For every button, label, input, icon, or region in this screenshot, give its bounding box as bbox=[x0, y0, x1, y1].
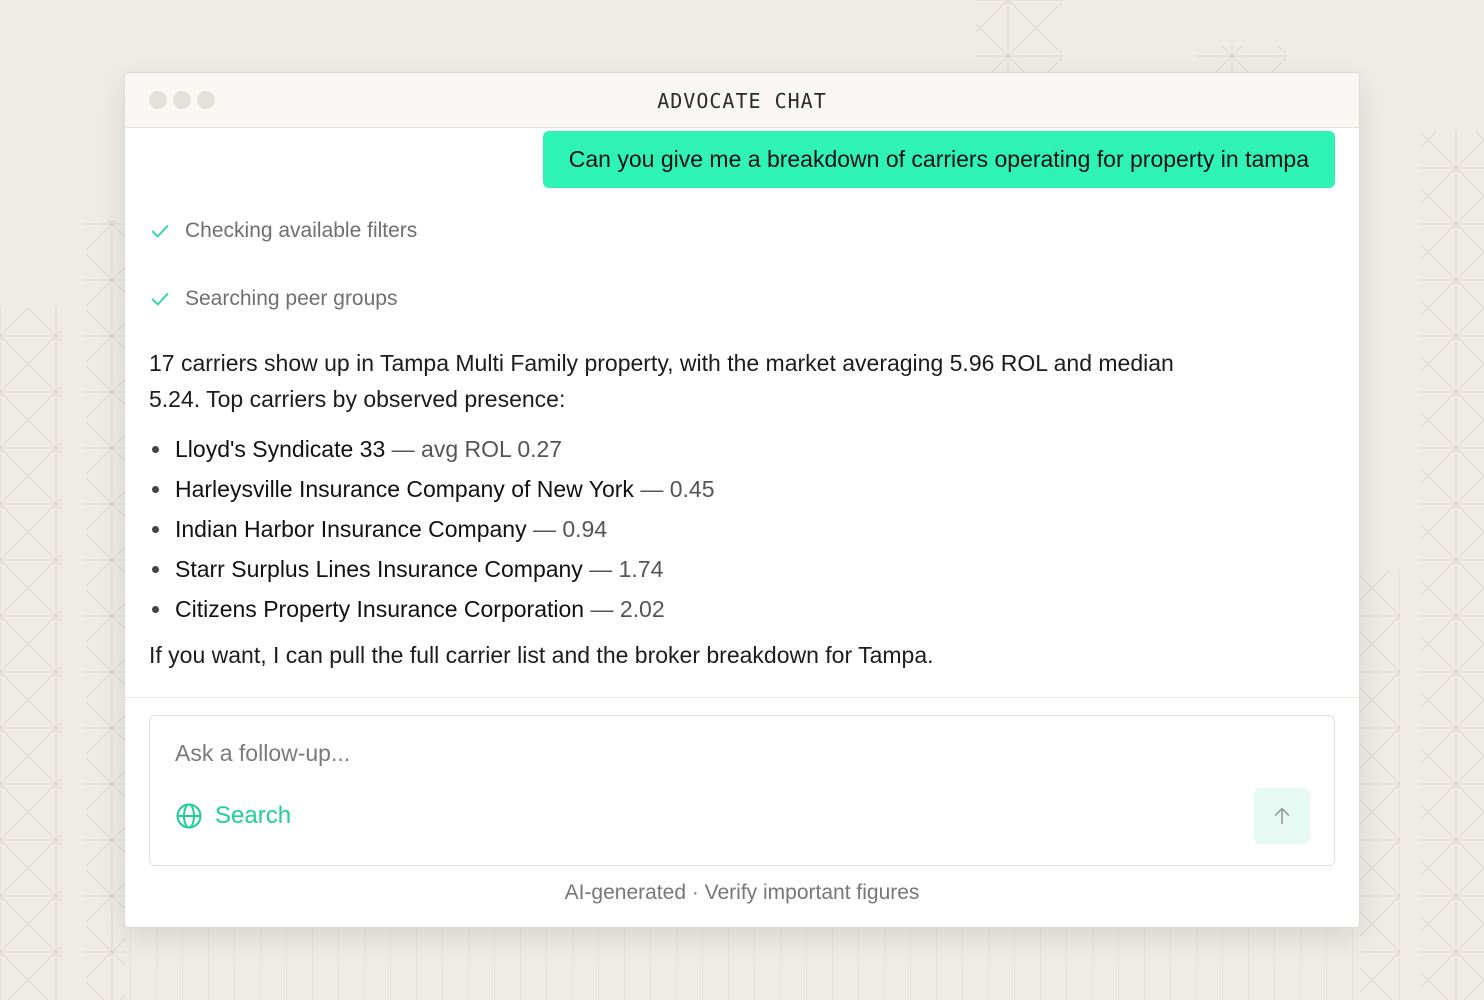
step-label: Searching peer groups bbox=[185, 287, 398, 310]
search-label: Search bbox=[215, 802, 292, 829]
step-checking-filters: Checking available filters bbox=[149, 219, 417, 243]
carrier-name: Citizens Property Insurance Corporation bbox=[175, 596, 585, 622]
carrier-value: — avg ROL 0.27 bbox=[385, 436, 563, 462]
carrier-list-item: Harleysville Insurance Company of New Yo… bbox=[149, 469, 1229, 509]
window-title: ADVOCATE CHAT bbox=[657, 89, 827, 113]
bullet bbox=[152, 526, 159, 533]
step-label: Checking available filters bbox=[185, 219, 418, 242]
check-icon bbox=[151, 225, 169, 238]
answer-intro: 17 carriers show up in Tampa Multi Famil… bbox=[149, 350, 1174, 412]
carrier-value: — 1.74 bbox=[582, 556, 664, 582]
composer: Search bbox=[149, 715, 1335, 866]
user-message-bubble: Can you give me a breakdown of carriers … bbox=[542, 131, 1335, 188]
globe-icon bbox=[176, 803, 202, 829]
bullet bbox=[152, 446, 159, 453]
title-bar: ADVOCATE CHAT bbox=[125, 73, 1359, 128]
follow-up-input[interactable] bbox=[175, 740, 1075, 767]
carrier-value: — 0.45 bbox=[633, 476, 715, 502]
carrier-value: — 0.94 bbox=[526, 516, 608, 542]
ai-disclaimer: AI-generated · Verify important figures bbox=[564, 881, 920, 904]
send-button[interactable] bbox=[1254, 788, 1310, 844]
check-icon bbox=[151, 293, 169, 306]
assistant-answer: 17 carriers show up in Tampa Multi Famil… bbox=[149, 345, 1229, 673]
carrier-list-item: Indian Harbor Insurance Company — 0.94 bbox=[149, 509, 1229, 549]
answer-closing: If you want, I can pull the full carrier… bbox=[149, 642, 934, 668]
carrier-name: Lloyd's Syndicate 33 bbox=[175, 436, 386, 462]
bullet bbox=[152, 606, 159, 613]
carrier-list-item: Lloyd's Syndicate 33 — avg ROL 0.27 bbox=[149, 429, 1229, 469]
search-toggle-button[interactable]: Search bbox=[175, 802, 291, 830]
carrier-list-item: Starr Surplus Lines Insurance Company — … bbox=[149, 549, 1229, 589]
bullet bbox=[152, 566, 159, 573]
carrier-name: Starr Surplus Lines Insurance Company bbox=[175, 556, 583, 582]
carrier-list-item: Citizens Property Insurance Corporation … bbox=[149, 589, 1229, 629]
arrow-up-icon bbox=[1274, 807, 1290, 825]
chat-window: ADVOCATE CHAT Can you give me a breakdow… bbox=[124, 72, 1360, 928]
carrier-name: Indian Harbor Insurance Company bbox=[175, 516, 527, 542]
carrier-list: Lloyd's Syndicate 33 — avg ROL 0.27 Harl… bbox=[149, 429, 1229, 629]
carrier-name: Harleysville Insurance Company of New Yo… bbox=[175, 476, 634, 502]
bullet bbox=[152, 486, 159, 493]
divider bbox=[125, 697, 1359, 698]
carrier-value: — 2.02 bbox=[584, 596, 665, 622]
step-searching-peer-groups: Searching peer groups bbox=[149, 287, 397, 311]
